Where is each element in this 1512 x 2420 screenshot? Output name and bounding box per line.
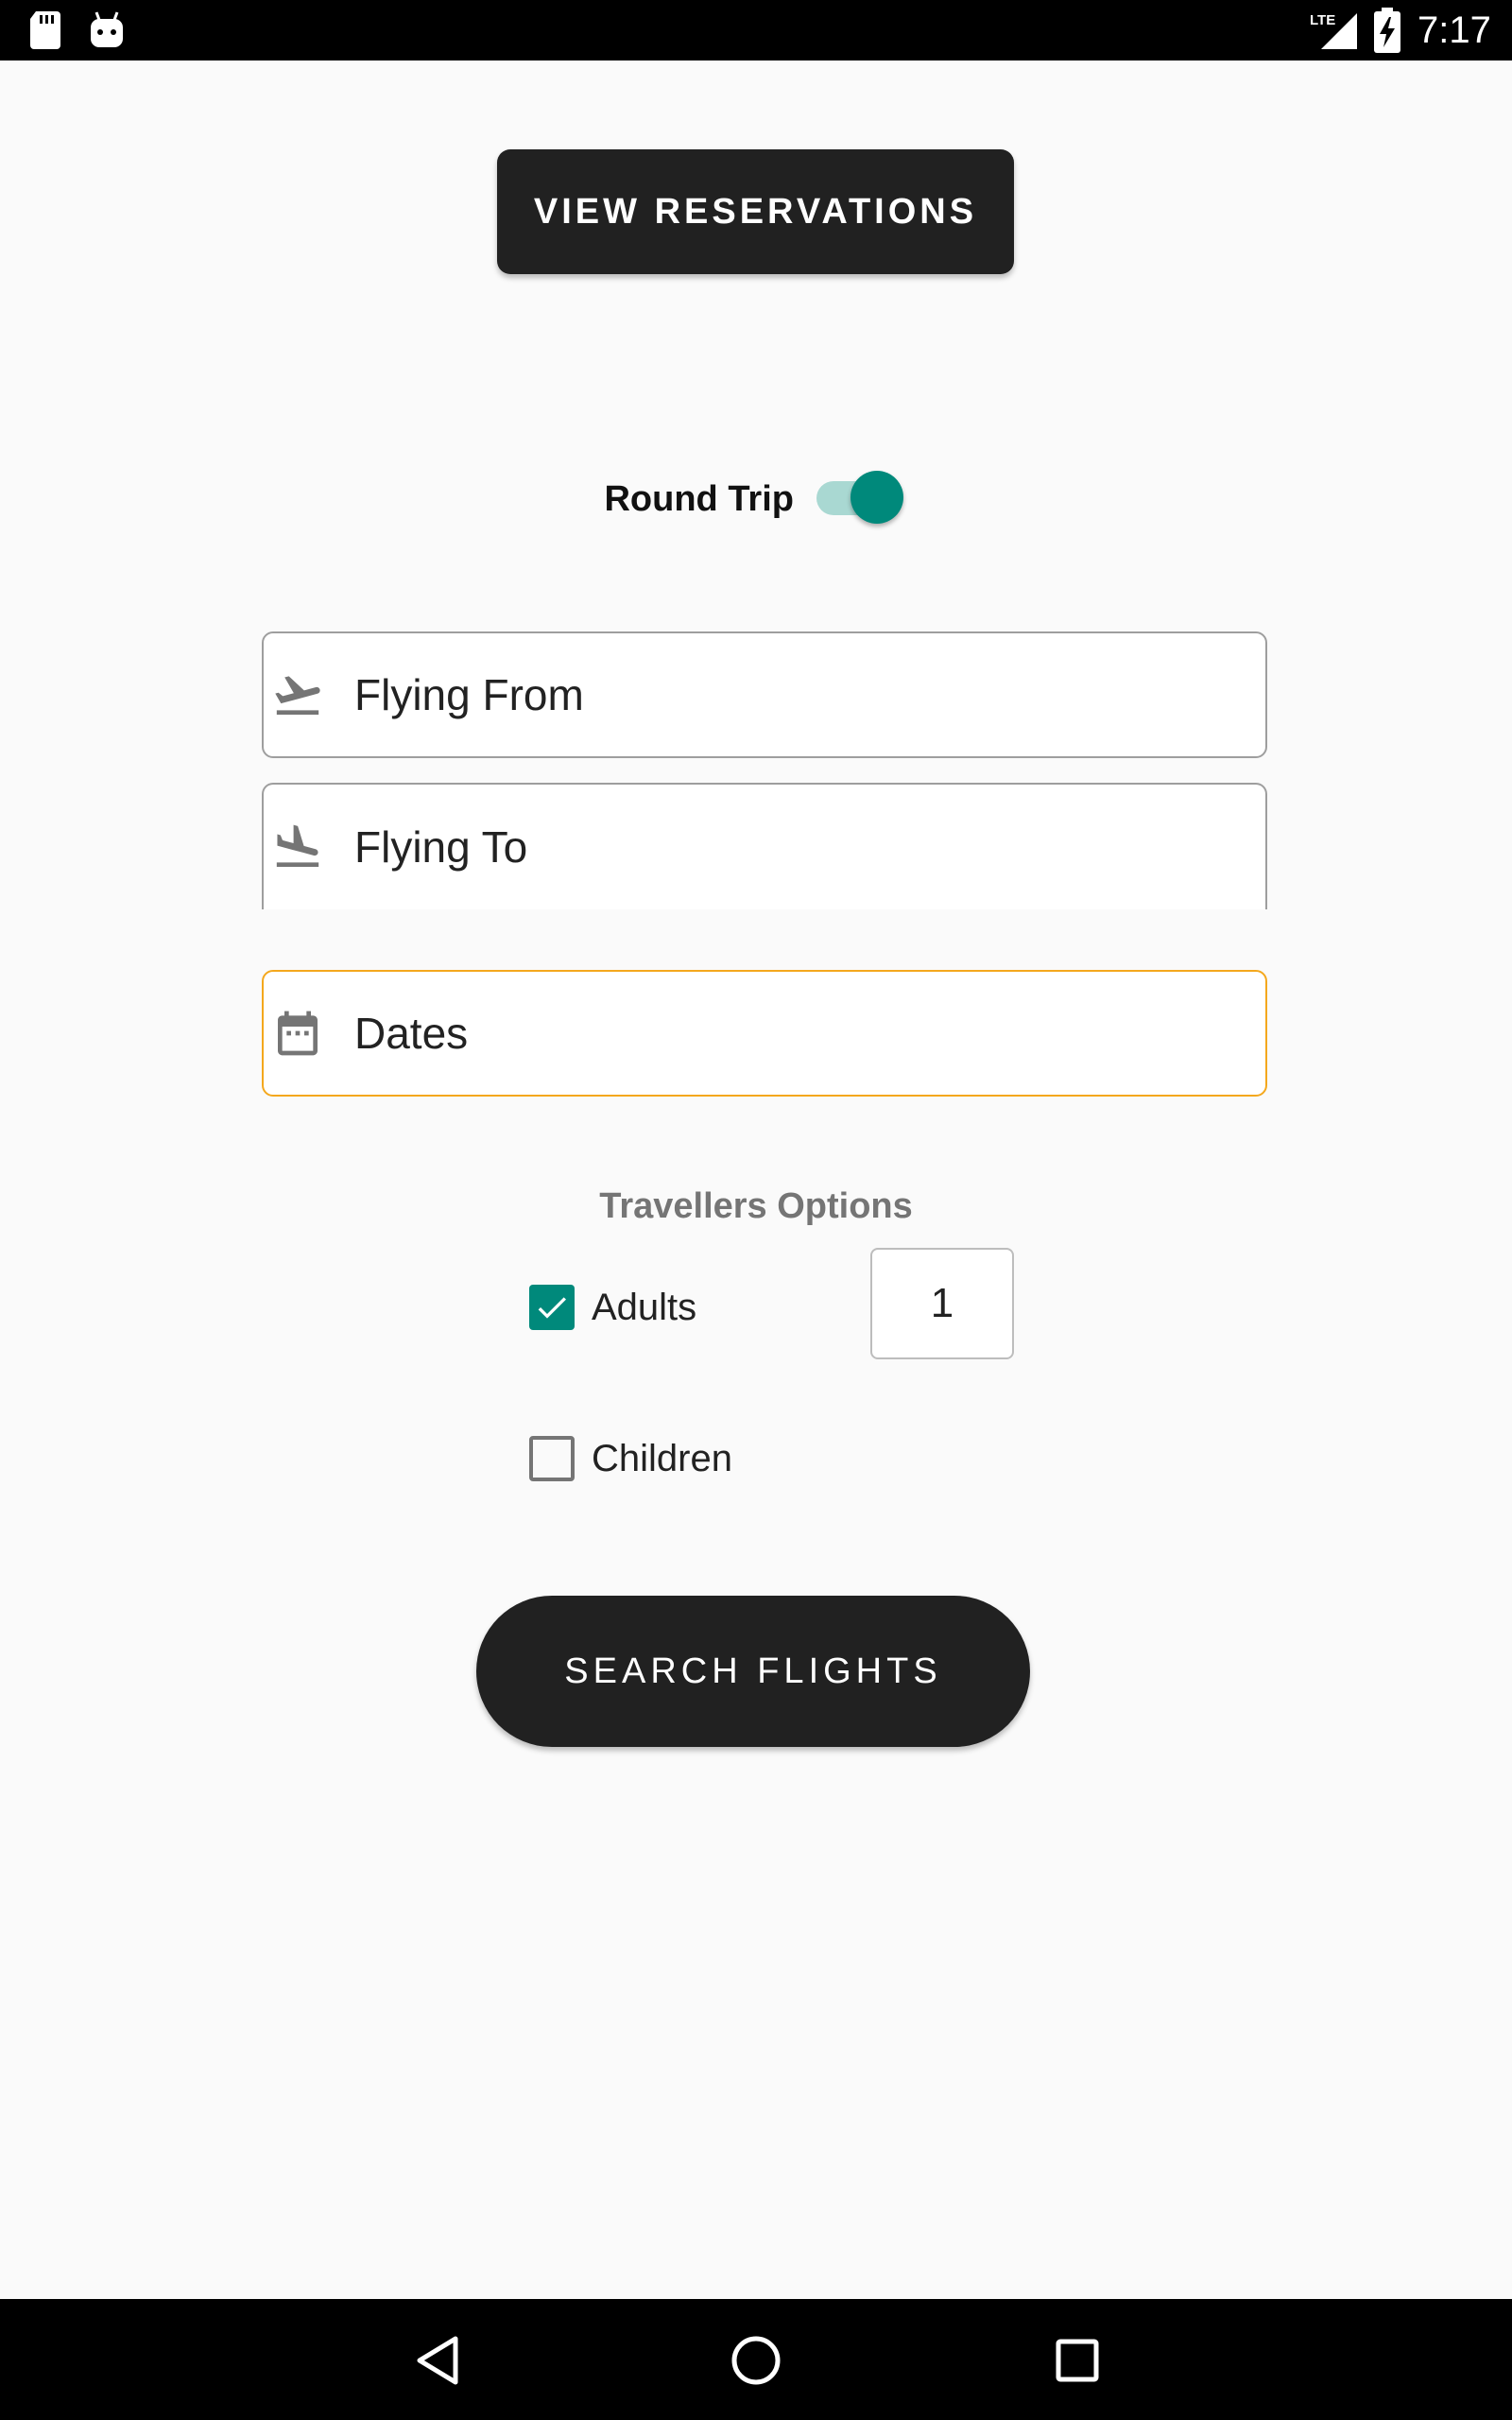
lte-signal-icon: LTE	[1310, 9, 1361, 56]
switch-thumb	[850, 471, 903, 524]
travellers-options-title: Travellers Options	[599, 1186, 913, 1226]
flight-takeoff-icon	[271, 668, 324, 721]
battery-charging-icon	[1374, 8, 1400, 58]
back-icon[interactable]	[404, 2327, 471, 2394]
recents-icon[interactable]	[1044, 2327, 1110, 2394]
dates-placeholder: Dates	[354, 1009, 469, 1058]
adults-count-input[interactable]: 1	[870, 1248, 1014, 1359]
checkmark-icon	[538, 1297, 566, 1319]
calendar-icon	[271, 1007, 324, 1060]
view-reservations-button[interactable]: VIEW RESERVATIONS	[497, 149, 1014, 274]
round-trip-label: Round Trip	[604, 479, 794, 519]
round-trip-switch[interactable]	[815, 469, 909, 526]
status-time: 7:17	[1418, 9, 1491, 51]
search-flights-button[interactable]: SEARCH FLIGHTS	[476, 1596, 1030, 1747]
adults-checkbox[interactable]	[529, 1285, 575, 1330]
flying-to-field[interactable]: Flying To	[262, 783, 1267, 909]
status-bar: LTE 7:17	[0, 0, 1512, 60]
children-checkbox[interactable]	[529, 1436, 575, 1481]
flying-from-field[interactable]: Flying From	[262, 631, 1267, 758]
dates-field[interactable]: Dates	[262, 970, 1267, 1097]
navigation-bar	[0, 2299, 1512, 2420]
home-icon[interactable]	[723, 2327, 789, 2394]
sd-card-icon	[28, 11, 62, 54]
view-reservations-label: VIEW RESERVATIONS	[533, 191, 978, 232]
children-label: Children	[592, 1438, 732, 1479]
flying-to-placeholder: Flying To	[354, 822, 528, 872]
adults-label: Adults	[592, 1287, 697, 1328]
flying-from-placeholder: Flying From	[354, 670, 584, 719]
search-flights-label: SEARCH FLIGHTS	[564, 1651, 942, 1691]
android-icon	[89, 11, 125, 54]
svg-text:LTE: LTE	[1310, 12, 1335, 28]
flight-land-icon	[271, 821, 324, 873]
